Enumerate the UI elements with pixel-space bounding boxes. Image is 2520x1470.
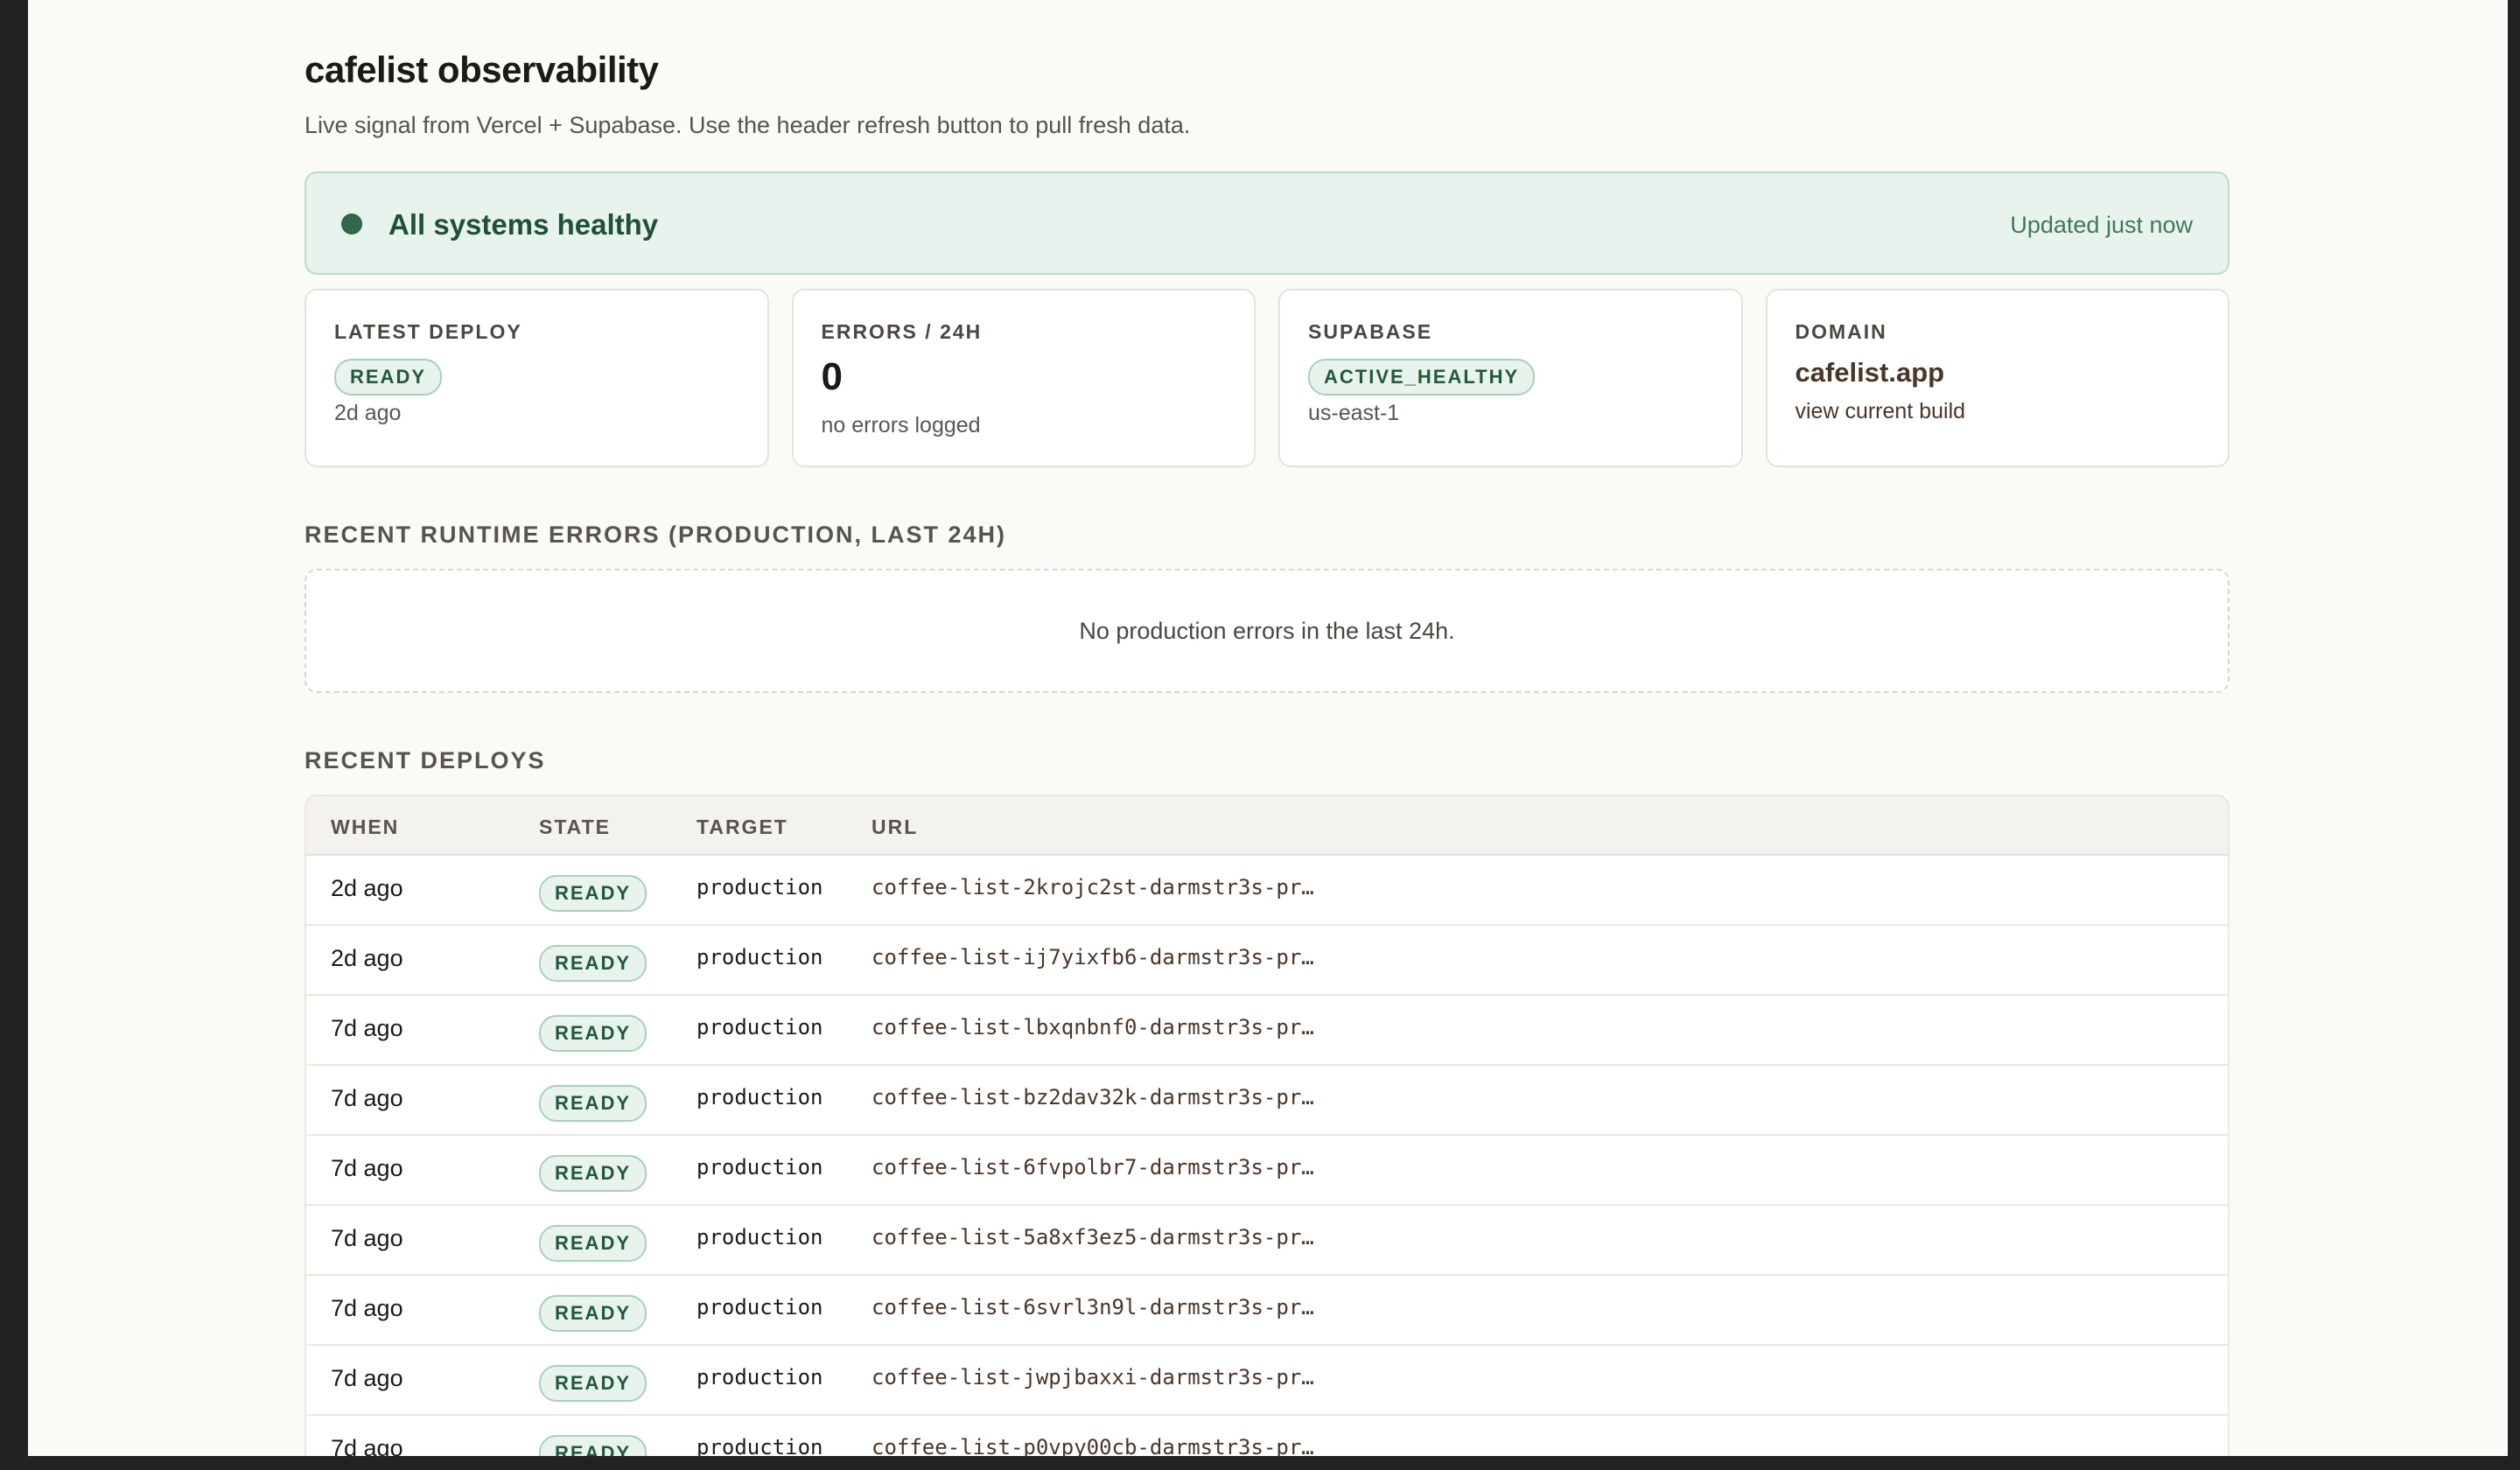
errors-card: ERRORS / 24H 0 no errors logged <box>791 289 1256 467</box>
column-header-when: WHEN <box>331 816 400 838</box>
card-title: DOMAIN <box>1795 320 1887 343</box>
status-badge: READY <box>539 1295 648 1332</box>
deploy-when: 2d ago <box>331 945 403 971</box>
domain-card: DOMAIN cafelist.app view current build <box>1765 289 2230 467</box>
deploy-target: production <box>696 1155 823 1180</box>
table-header: WHEN STATE TARGET URL <box>306 796 2228 856</box>
table-row[interactable]: 7d ago READY production coffee-list-p0vpy00… <box>306 1416 2228 1456</box>
latest-deploy-card: LATEST DEPLOY READY 2d ago <box>304 289 769 467</box>
deploy-url-link[interactable]: coffee-list-2krojc2st-darmstr3s-pr… <box>872 875 1314 900</box>
deploy-when: 7d ago <box>331 1155 403 1181</box>
card-title: ERRORS / 24H <box>821 320 983 343</box>
status-dot-icon <box>341 214 362 234</box>
supabase-card: SUPABASE ACTIVE_HEALTHY us-east-1 <box>1278 289 1743 467</box>
status-badge: READY <box>539 1085 648 1122</box>
table-row[interactable]: 2d ago READY production coffee-list-ij7yixf… <box>306 926 2228 996</box>
table-row[interactable]: 7d ago READY production coffee-list-lbxqnbn… <box>306 996 2228 1066</box>
status-badge: ACTIVE_HEALTHY <box>1308 359 1536 396</box>
domain-name: cafelist.app <box>1795 357 1945 388</box>
deploy-target: production <box>696 1295 823 1320</box>
runtime-errors-heading: RECENT RUNTIME ERRORS (PRODUCTION, LAST … <box>304 522 1007 548</box>
deploy-url-link[interactable]: coffee-list-lbxqnbnf0-darmstr3s-pr… <box>872 1015 1314 1040</box>
deploy-target: production <box>696 1085 823 1110</box>
deploy-url-link[interactable]: coffee-list-bz2dav32k-darmstr3s-pr… <box>872 1085 1314 1110</box>
deploy-target: production <box>696 1015 823 1040</box>
dashboard-page: cafelist observability Live signal from … <box>28 0 2508 1456</box>
deploys-table: WHEN STATE TARGET URL 2d ago READY product… <box>304 794 2230 1456</box>
deploy-url-link[interactable]: coffee-list-6fvpolbr7-darmstr3s-pr… <box>872 1155 1314 1180</box>
deploy-url-link[interactable]: coffee-list-6svrl3n9l-darmstr3s-pr… <box>872 1295 1314 1320</box>
deploy-when: 7d ago <box>331 1015 403 1041</box>
status-badge: READY <box>539 945 648 982</box>
health-status-label: All systems healthy <box>388 208 659 241</box>
deploy-url-link[interactable]: coffee-list-5a8xf3ez5-darmstr3s-pr… <box>872 1225 1314 1250</box>
deploy-when: 7d ago <box>331 1365 403 1391</box>
error-count: 0 <box>821 355 843 398</box>
deploy-when: 7d ago <box>331 1295 403 1321</box>
deploy-when: 2d ago <box>331 875 403 901</box>
page-subtitle: Live signal from Vercel + Supabase. Use … <box>304 112 1191 138</box>
card-title: LATEST DEPLOY <box>334 320 522 343</box>
deploy-target: production <box>696 945 823 970</box>
column-header-target: TARGET <box>696 816 788 838</box>
column-header-state: STATE <box>539 816 611 838</box>
table-row[interactable]: 7d ago READY production coffee-list-6fvpolb… <box>306 1136 2228 1206</box>
deploy-url-link[interactable]: coffee-list-ij7yixfb6-darmstr3s-pr… <box>872 945 1314 970</box>
status-badge: READY <box>539 1225 648 1262</box>
deploy-target: production <box>696 1365 823 1390</box>
health-banner: All systems healthy Updated just now <box>304 172 2230 275</box>
deploy-when: 7d ago <box>331 1085 403 1111</box>
card-title: SUPABASE <box>1308 320 1433 343</box>
deploy-when: 7d ago <box>331 1225 403 1251</box>
summary-cards: LATEST DEPLOY READY 2d ago ERRORS / 24H … <box>304 289 2230 467</box>
table-row[interactable]: 7d ago READY production coffee-list-jwpjbax… <box>306 1346 2228 1416</box>
status-badge: READY <box>539 1015 648 1052</box>
view-current-build-link[interactable]: view current build <box>1796 399 1966 424</box>
table-row[interactable]: 7d ago READY production coffee-list-6svrl3n… <box>306 1276 2228 1346</box>
status-badge: READY <box>539 1155 648 1192</box>
deploy-target: production <box>696 875 823 900</box>
deploy-age: 2d ago <box>334 401 402 425</box>
deploy-target: production <box>696 1435 823 1456</box>
recent-deploys-heading: RECENT DEPLOYS <box>304 747 546 774</box>
status-badge: READY <box>539 875 648 912</box>
column-header-url: URL <box>872 816 919 838</box>
empty-state-text: No production errors in the last 24h. <box>1079 617 1455 644</box>
table-row[interactable]: 7d ago READY production coffee-list-5a8xf3e… <box>306 1206 2228 1276</box>
table-row[interactable]: 7d ago READY production coffee-list-bz2dav3… <box>306 1066 2228 1136</box>
deploy-when: 7d ago <box>331 1435 403 1456</box>
deploy-target: production <box>696 1225 823 1250</box>
deploy-url-link[interactable]: coffee-list-jwpjbaxxi-darmstr3s-pr… <box>872 1365 1314 1390</box>
status-badge: READY <box>539 1365 648 1402</box>
updated-timestamp: Updated just now <box>2010 212 2193 238</box>
supabase-region: us-east-1 <box>1308 401 1400 425</box>
deploy-url-link[interactable]: coffee-list-p0vpy00cb-darmstr3s-pr… <box>872 1435 1314 1456</box>
status-badge: READY <box>334 359 443 396</box>
runtime-errors-empty-state: No production errors in the last 24h. <box>304 569 2230 693</box>
page-title: cafelist observability <box>304 49 659 90</box>
status-badge: READY <box>539 1435 648 1456</box>
errors-note: no errors logged <box>821 413 981 438</box>
table-row[interactable]: 2d ago READY production coffee-list-2krojc2… <box>306 856 2228 926</box>
